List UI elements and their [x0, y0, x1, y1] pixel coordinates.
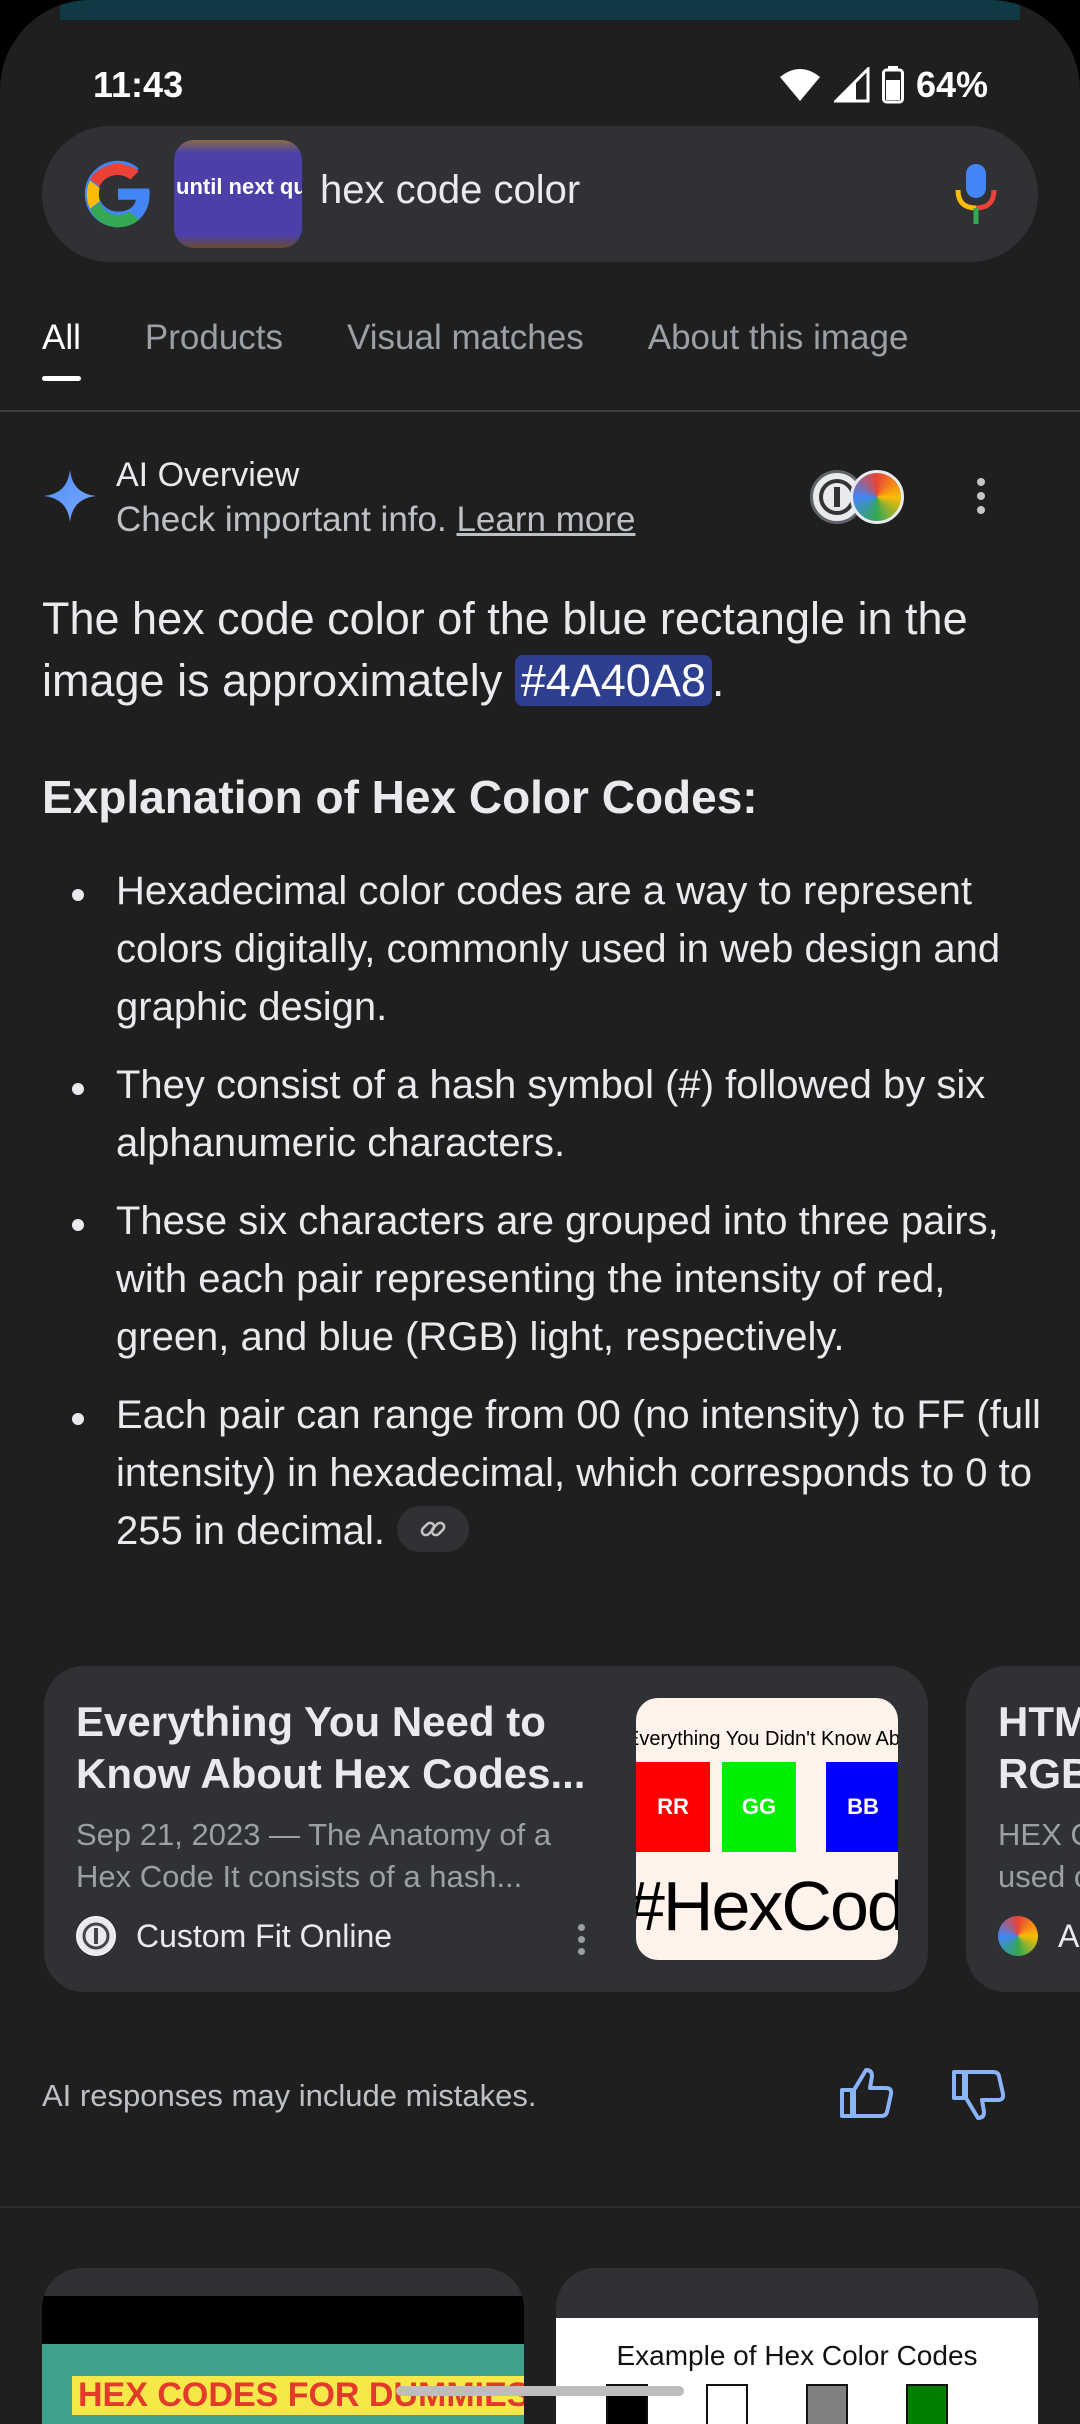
source-icons[interactable]	[810, 470, 910, 530]
google-logo-icon[interactable]	[80, 156, 156, 232]
wifi-icon	[779, 69, 820, 101]
tab-all[interactable]: All	[42, 318, 81, 388]
swatch-red: RR	[636, 1762, 710, 1852]
ai-overview-check-text: Check important info.	[116, 500, 447, 539]
bullet-text: They consist of a hash symbol (#) follow…	[116, 1063, 986, 1165]
swatch-green: GG	[722, 1762, 796, 1852]
battery-percent: 64%	[915, 64, 988, 105]
card-source: As	[998, 1916, 1080, 1956]
link-icon	[420, 1522, 446, 1537]
image-result-card[interactable]: Example of Hex Color Codes	[556, 2268, 1038, 2424]
bullet-text: Each pair can range from 00 (no intensit…	[116, 1393, 1041, 1553]
search-query[interactable]: hex code color	[320, 168, 580, 213]
thumbnail-text: until next qu	[176, 174, 302, 199]
learn-more-link[interactable]: Learn more	[456, 500, 635, 539]
ai-overview-subtitle: Check important info. Learn more	[116, 500, 635, 540]
swatch-gray	[806, 2384, 848, 2424]
mic-icon[interactable]	[954, 162, 998, 226]
card-snippet: HEX C used c	[998, 1817, 1080, 1894]
list-item: They consist of a hash symbol (#) follow…	[42, 1056, 1042, 1172]
answer-suffix: .	[711, 655, 725, 706]
image-result-thumbnail: HEX CODES FOR DUMMIES	[42, 2296, 524, 2424]
swatch-green	[906, 2384, 948, 2424]
section-divider	[0, 2206, 1080, 2208]
tab-visual-matches[interactable]: Visual matches	[347, 318, 584, 388]
explanation-list: Hexadecimal color codes are a way to rep…	[42, 862, 1042, 1580]
tab-divider	[0, 410, 1080, 412]
list-item: These six characters are grouped into th…	[42, 1192, 1042, 1366]
source-link-chip[interactable]	[397, 1506, 470, 1553]
source-favicon-icon	[998, 1916, 1038, 1956]
source-card[interactable]: Everything You Need to Know About Hex Co…	[44, 1666, 928, 1992]
card-thumbnail[interactable]: Everything You Didn't Know About RR GG B…	[636, 1698, 898, 1960]
ai-overview-header: AI Overview Check important info. Learn …	[42, 454, 1038, 554]
card-more-icon[interactable]	[578, 1924, 588, 1960]
search-bar[interactable]: until next qu hex code color	[42, 126, 1038, 262]
more-options-icon[interactable]	[974, 478, 988, 518]
search-tabs: All Products Visual matches About this i…	[42, 318, 972, 398]
answer-prefix: The hex code color of the blue rectangle…	[42, 593, 968, 706]
thumbnail-heading: Everything You Didn't Know About	[636, 1728, 898, 1750]
signal-icon	[833, 67, 870, 103]
screen: 11:43 64% until next qu hex code color A…	[0, 0, 1080, 2424]
source-card[interactable]: HTML RGB HEX C used c As	[966, 1666, 1080, 1992]
image-result-thumbnail: Example of Hex Color Codes	[556, 2318, 1038, 2424]
ai-overview-title: AI Overview	[116, 456, 300, 494]
tab-about-this-image[interactable]: About this image	[648, 318, 909, 388]
card-snippet: Sep 21, 2023 — The Anatomy of a Hex Code…	[76, 1817, 552, 1894]
card-title[interactable]: Everything You Need to Know About Hex Co…	[76, 1696, 616, 1800]
bullet-text: These six characters are grouped into th…	[116, 1199, 999, 1359]
query-image-thumbnail[interactable]: until next qu	[174, 140, 302, 248]
section-heading: Explanation of Hex Color Codes:	[42, 771, 758, 823]
hex-code-highlight: #4A40A8	[514, 655, 712, 706]
list-item: Each pair can range from 00 (no intensit…	[42, 1386, 1042, 1560]
thumbs-up-icon[interactable]	[836, 2064, 896, 2124]
tab-products[interactable]: Products	[145, 318, 283, 388]
source-favicon-2	[850, 470, 904, 524]
status-time: 11:43	[93, 64, 184, 105]
bullet-text: Hexadecimal color codes are a way to rep…	[116, 869, 1001, 1029]
ai-disclaimer: AI responses may include mistakes.	[42, 2078, 537, 2113]
thumbs-down-icon[interactable]	[948, 2064, 1008, 2124]
app-edge	[60, 0, 1020, 20]
list-item: Hexadecimal color codes are a way to rep…	[42, 862, 1042, 1036]
status-icons: 64%	[778, 64, 988, 106]
home-gesture-bar[interactable]	[396, 2386, 684, 2396]
custom-fit-favicon-icon	[76, 1916, 116, 1956]
card-source: Custom Fit Online	[76, 1916, 392, 1956]
ai-answer: The hex code color of the blue rectangle…	[42, 588, 1042, 712]
card-source-name: As	[1058, 1917, 1080, 1954]
swatch-white	[706, 2384, 748, 2424]
battery-icon	[881, 66, 904, 104]
thumbnail-big-text: #HexCodes	[636, 1867, 898, 1945]
card-source-name: Custom Fit Online	[136, 1917, 393, 1954]
status-bar: 11:43 64%	[0, 60, 1080, 114]
thumbnail-caption: Example of Hex Color Codes	[616, 2340, 978, 2371]
swatch-blue: BB	[826, 1762, 898, 1852]
card-title[interactable]: HTML RGB	[998, 1696, 1080, 1800]
image-result-card[interactable]: HEX CODES FOR DUMMIES	[42, 2268, 524, 2424]
sparkle-icon	[44, 470, 96, 522]
